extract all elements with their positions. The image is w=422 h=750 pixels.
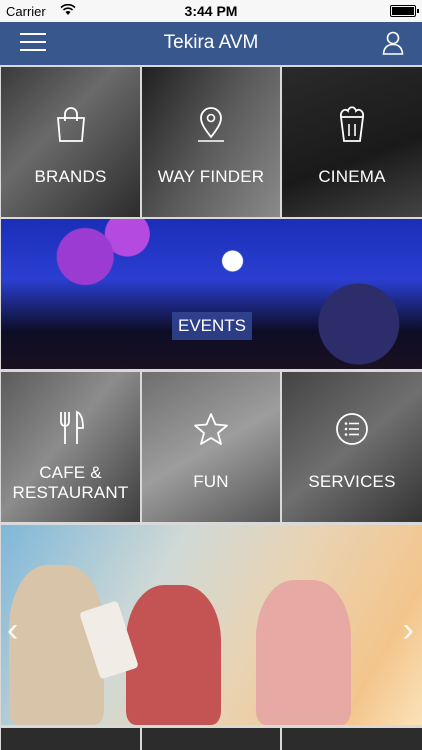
shopping-bag-icon bbox=[56, 107, 85, 142]
page-title: Tekira AVM bbox=[163, 32, 259, 53]
tile-cinema[interactable]: CINEMA bbox=[282, 67, 422, 217]
user-profile-icon[interactable] bbox=[382, 31, 404, 55]
tile-way-finder-label: WAY FINDER bbox=[157, 167, 265, 186]
popcorn-icon bbox=[339, 106, 365, 142]
tile-partial-background bbox=[282, 728, 422, 750]
fork-knife-icon bbox=[59, 410, 84, 444]
tile-cafe-restaurant[interactable]: CAFE & RESTAURANT bbox=[1, 372, 140, 522]
promo-banner-carousel[interactable]: ‹ › bbox=[1, 525, 422, 725]
events-photo bbox=[1, 219, 422, 369]
tile-fun-label: FUN bbox=[193, 472, 229, 491]
tile-cinema-label: CINEMA bbox=[318, 167, 386, 186]
promo-banner-photo bbox=[1, 525, 422, 725]
battery-icon bbox=[390, 5, 419, 17]
tile-partial-background bbox=[142, 728, 280, 750]
tile-services[interactable]: SERVICES bbox=[282, 372, 422, 522]
nav-bar: Tekira AVM bbox=[0, 22, 422, 65]
status-bar: Carrier 3:44 PM bbox=[0, 0, 422, 22]
tile-brands[interactable]: BRANDS bbox=[1, 67, 140, 217]
chevron-left-icon[interactable]: ‹ bbox=[7, 613, 18, 647]
chevron-right-icon[interactable]: › bbox=[403, 613, 414, 647]
tile-partial[interactable] bbox=[1, 728, 140, 750]
tile-events[interactable]: EVENTS bbox=[1, 219, 422, 369]
tile-brands-label: BRANDS bbox=[34, 167, 107, 186]
app-screen: Carrier 3:44 PM Tekira AVM BRANDS WAY FI… bbox=[0, 0, 422, 750]
status-time: 3:44 PM bbox=[184, 3, 238, 19]
list-icon bbox=[336, 413, 368, 445]
tile-cafe-label: CAFE & RESTAURANT bbox=[1, 463, 140, 503]
tile-partial[interactable] bbox=[282, 728, 422, 750]
tile-services-background bbox=[282, 372, 422, 522]
tile-cafe-label-line2: RESTAURANT bbox=[12, 483, 129, 502]
tile-cafe-label-line1: CAFE & bbox=[39, 463, 102, 482]
tile-partial-background bbox=[1, 728, 140, 750]
tile-services-label: SERVICES bbox=[308, 472, 396, 491]
shopper-figure bbox=[256, 580, 351, 725]
star-icon bbox=[194, 413, 228, 445]
tile-way-finder[interactable]: WAY FINDER bbox=[142, 67, 280, 217]
tile-fun[interactable]: FUN bbox=[142, 372, 280, 522]
tile-events-label: EVENTS bbox=[172, 312, 252, 340]
map-pin-icon bbox=[198, 107, 224, 142]
tile-fun-background bbox=[142, 372, 280, 522]
tile-partial[interactable] bbox=[142, 728, 280, 750]
shopper-figure bbox=[126, 585, 221, 725]
